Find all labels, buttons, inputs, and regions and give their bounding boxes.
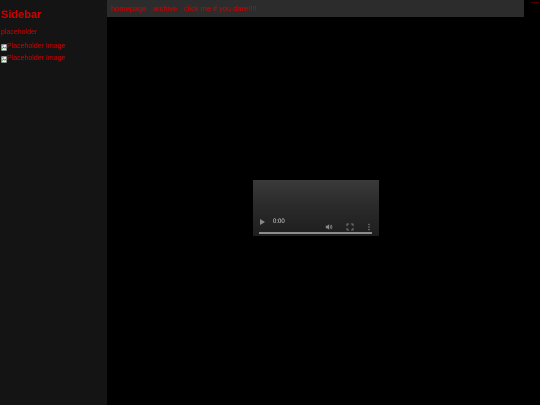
video-current-time: 0:00 [273,219,285,225]
more-vertical-icon[interactable] [367,218,371,231]
nav-link-archive[interactable]: archive [153,4,177,13]
corner-decoration [531,2,539,5]
nav-link-homepage[interactable]: homepage [111,4,146,13]
play-icon[interactable] [260,219,265,225]
placeholder-image-1: Placeholder Image [1,43,65,51]
volume-icon[interactable] [325,218,333,230]
placeholder-image-alt: Placeholder Image [7,43,66,50]
broken-image-icon [1,43,7,51]
page: Sidebar placeholder Placeholder Image Pl… [0,0,540,405]
top-navigation: homepage archive click me if you dare!!!… [107,0,524,17]
sidebar: Sidebar placeholder Placeholder Image Pl… [0,0,107,405]
sidebar-placeholder-text: placeholder [1,29,38,36]
placeholder-image-alt: Placeholder Image [7,55,66,62]
sidebar-title: Sidebar [1,9,42,21]
fullscreen-icon[interactable] [346,218,354,231]
broken-image-icon [1,55,7,63]
placeholder-image-2: Placeholder Image [1,55,65,63]
nav-link-click-me[interactable]: click me if you dare!!!! [184,4,257,13]
video-player[interactable]: 0:00 [253,180,379,236]
video-progress-track[interactable] [259,232,372,234]
